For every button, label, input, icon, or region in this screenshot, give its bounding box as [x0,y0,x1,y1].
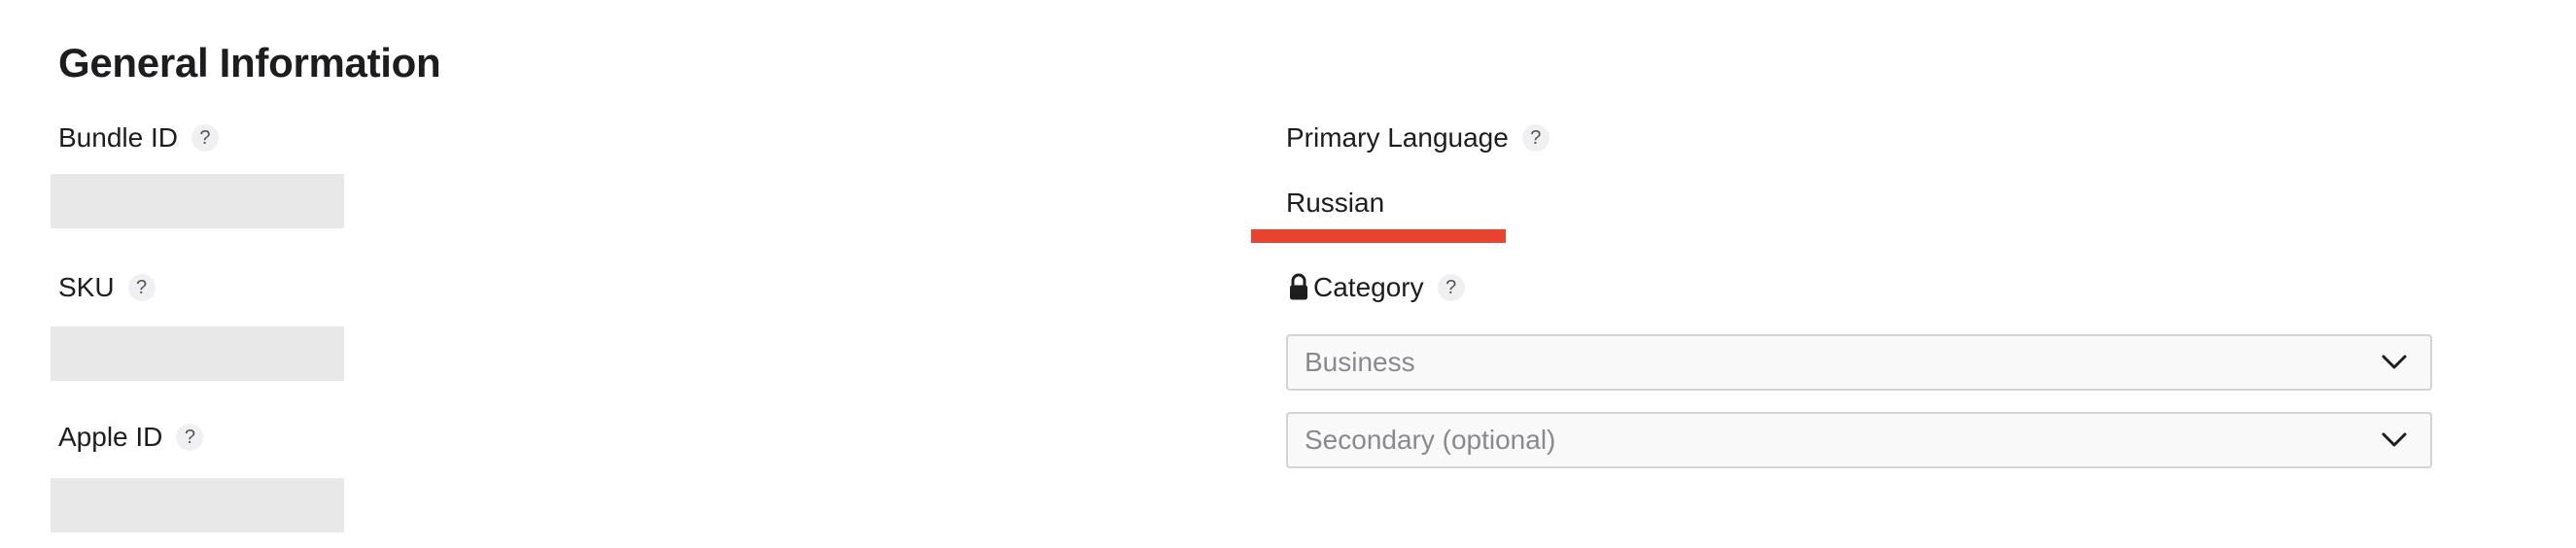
apple-id-label-row: Apple ID ? [58,421,204,454]
lock-icon [1288,273,1309,302]
primary-language-label-row: Primary Language ? [1286,121,1549,154]
primary-language-label: Primary Language [1286,122,1509,153]
primary-category-select[interactable]: Business [1286,334,2432,391]
bundle-id-label: Bundle ID [58,122,178,153]
category-label: Category [1313,272,1424,302]
primary-language-value: Russian [1286,188,1385,218]
primary-category-value: Business [1305,347,1415,377]
sku-value-redacted [51,326,344,381]
category-help-icon[interactable]: ? [1437,274,1465,301]
secondary-category-placeholder: Secondary (optional) [1305,425,1556,455]
bundle-id-help-icon[interactable]: ? [191,124,219,152]
secondary-category-select[interactable]: Secondary (optional) [1286,412,2432,468]
section-title: General Information [58,40,441,86]
apple-id-help-icon[interactable]: ? [176,424,204,451]
chevron-down-icon [2382,355,2407,369]
sku-label: SKU [58,272,115,302]
bundle-id-label-row: Bundle ID ? [58,121,219,154]
bundle-id-value-redacted [51,174,344,228]
sku-help-icon[interactable]: ? [127,274,156,301]
sku-label-row: SKU ? [58,271,156,304]
highlight-bar [1251,229,1506,243]
category-label-row: Category ? [1288,271,1465,304]
chevron-down-icon [2382,432,2407,447]
primary-language-help-icon[interactable]: ? [1521,124,1549,152]
apple-id-label: Apple ID [58,422,163,452]
apple-id-value-redacted [51,478,344,532]
